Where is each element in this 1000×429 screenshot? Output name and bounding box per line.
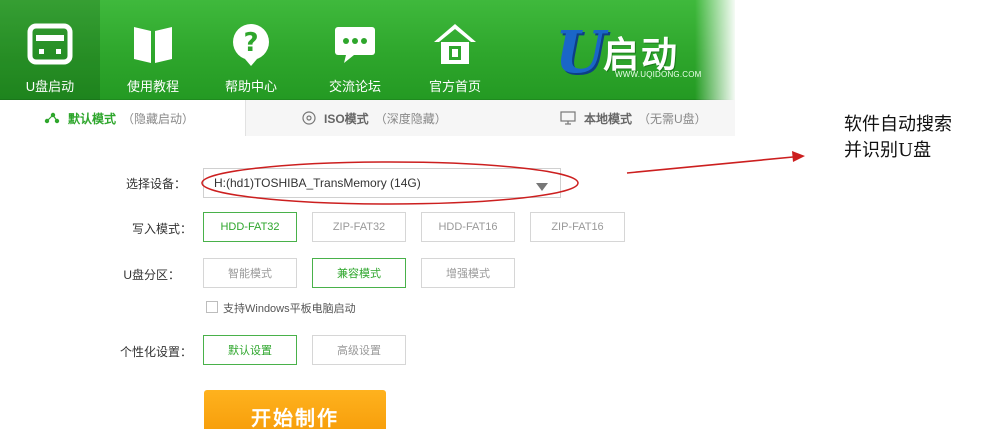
tab-default-mode[interactable]: 默认模式 （隐藏启动） bbox=[0, 100, 246, 136]
personalize-default-settings[interactable]: 默认设置 bbox=[203, 335, 297, 365]
logo-site-url: WWW.UQIDONG.COM bbox=[615, 70, 702, 79]
option-label: 智能模式 bbox=[228, 268, 272, 280]
topbar-edge-fade bbox=[695, 0, 735, 100]
top-navigation-bar: U盘启动 使用教程 ? 帮助中心 交流论坛 官方首页 U 启动 WWW.UQID… bbox=[0, 0, 735, 100]
personalize-label: 个性化设置： bbox=[119, 345, 192, 359]
book-icon bbox=[129, 22, 177, 66]
svg-text:?: ? bbox=[243, 28, 258, 58]
partition-compatible-mode[interactable]: 兼容模式 bbox=[312, 258, 406, 288]
device-select[interactable]: H:(hd1)TOSHIBA_TransMemory (14G) bbox=[203, 168, 561, 198]
partition-smart-mode[interactable]: 智能模式 bbox=[203, 258, 297, 288]
annotation-callout: 软件自动搜索 并识别U盘 bbox=[844, 112, 994, 164]
logo-u-mark: U bbox=[555, 18, 606, 86]
annotation-line-2: 并识别U盘 bbox=[844, 140, 932, 161]
option-label: HDD-FAT16 bbox=[438, 221, 498, 233]
option-label: 默认设置 bbox=[228, 345, 272, 357]
option-label: 高级设置 bbox=[337, 345, 381, 357]
nav-item-label: U盘启动 bbox=[25, 79, 75, 94]
tablet-boot-checkbox[interactable] bbox=[206, 301, 218, 313]
mode-tabs: 默认模式 （隐藏启动） ISO模式 （深度隐藏） 本地模式 （无需U盘） bbox=[0, 100, 735, 136]
nav-item-usb-boot[interactable]: U盘启动 bbox=[0, 0, 100, 100]
partition-enhanced-mode[interactable]: 增强模式 bbox=[421, 258, 515, 288]
nav-item-help-center[interactable]: ? 帮助中心 bbox=[201, 0, 301, 100]
option-label: ZIP-FAT16 bbox=[551, 221, 604, 233]
write-mode-hdd-fat32[interactable]: HDD-FAT32 bbox=[203, 212, 297, 242]
tab-sub-label: （无需U盘） bbox=[638, 111, 707, 126]
help-question-icon: ? bbox=[227, 22, 275, 66]
tab-sub-label: （隐藏启动） bbox=[122, 111, 195, 126]
partition-label: U盘分区： bbox=[123, 268, 180, 282]
chevron-down-icon bbox=[536, 180, 548, 194]
tab-main-label: ISO模式 bbox=[324, 111, 369, 126]
tab-main-label: 默认模式 bbox=[68, 111, 117, 126]
start-button-label: 开始制作 bbox=[251, 408, 339, 429]
tab-main-label: 本地模式 bbox=[584, 111, 633, 126]
device-label: 选择设备： bbox=[125, 177, 186, 191]
annotation-line-1: 软件自动搜索 bbox=[844, 114, 952, 135]
option-label: 增强模式 bbox=[446, 268, 490, 280]
nav-item-label: 交流论坛 bbox=[328, 79, 381, 94]
write-mode-zip-fat16[interactable]: ZIP-FAT16 bbox=[530, 212, 625, 242]
nav-item-homepage[interactable]: 官方首页 bbox=[405, 0, 505, 100]
monitor-icon bbox=[560, 111, 576, 125]
nav-item-label: 使用教程 bbox=[126, 79, 179, 94]
disc-icon bbox=[302, 111, 316, 125]
chat-bubble-icon bbox=[331, 22, 379, 66]
option-label: 兼容模式 bbox=[337, 268, 381, 280]
write-mode-zip-fat32[interactable]: ZIP-FAT32 bbox=[312, 212, 406, 242]
tablet-boot-label: 支持Windows平板电脑启动 bbox=[223, 303, 356, 315]
write-mode-hdd-fat16[interactable]: HDD-FAT16 bbox=[421, 212, 515, 242]
option-label: HDD-FAT32 bbox=[220, 221, 280, 233]
share-icon bbox=[44, 112, 60, 124]
nav-item-label: 官方首页 bbox=[428, 79, 481, 94]
write-mode-label: 写入模式： bbox=[131, 222, 192, 236]
personalize-advanced-settings[interactable]: 高级设置 bbox=[312, 335, 406, 365]
tab-iso-mode[interactable]: ISO模式 （深度隐藏） bbox=[302, 100, 522, 136]
home-icon bbox=[431, 22, 479, 66]
annotation-arrow-head bbox=[792, 151, 805, 162]
usb-drive-icon bbox=[26, 22, 74, 66]
nav-item-label: 帮助中心 bbox=[224, 79, 277, 94]
tab-local-mode[interactable]: 本地模式 （无需U盘） bbox=[560, 100, 735, 136]
nav-item-tutorial[interactable]: 使用教程 bbox=[103, 0, 203, 100]
device-select-value: H:(hd1)TOSHIBA_TransMemory (14G) bbox=[214, 176, 421, 190]
start-making-button[interactable]: 开始制作 bbox=[204, 390, 386, 429]
app-window: U盘启动 使用教程 ? 帮助中心 交流论坛 官方首页 U 启动 WWW.UQID… bbox=[0, 0, 735, 429]
tab-sub-label: （深度隐藏） bbox=[374, 111, 447, 126]
option-label: ZIP-FAT32 bbox=[332, 221, 386, 233]
nav-item-forum[interactable]: 交流论坛 bbox=[305, 0, 405, 100]
